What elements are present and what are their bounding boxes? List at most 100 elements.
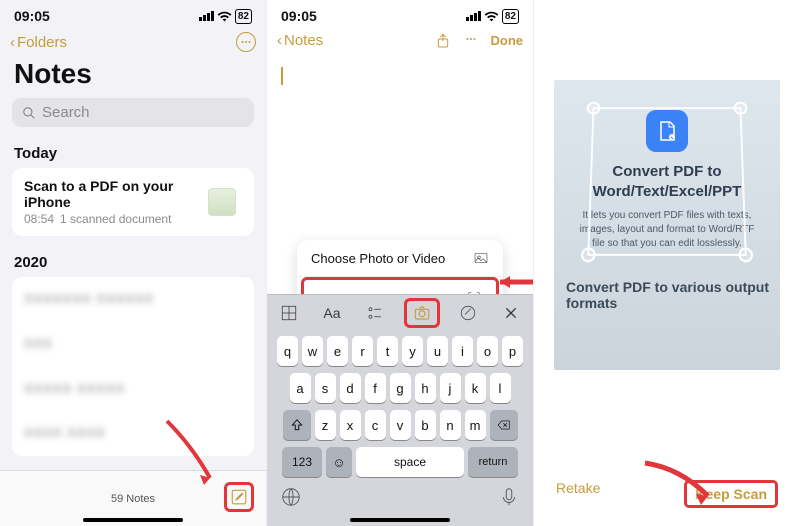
clock: 09:05	[14, 8, 50, 24]
back-folders-button[interactable]: ‹ Folders	[10, 34, 67, 51]
ellipsis-icon	[465, 33, 477, 45]
key-s[interactable]: s	[315, 373, 336, 403]
battery-indicator: 82	[502, 9, 519, 24]
scan-bottom-bar: Retake Keep Scan	[534, 480, 800, 508]
share-icon[interactable]	[435, 33, 451, 49]
crop-handle-bl[interactable]	[581, 247, 596, 262]
section-2020-header: 2020	[0, 246, 266, 277]
key-u[interactable]: u	[427, 336, 448, 366]
done-button[interactable]: Done	[491, 33, 524, 48]
key-h[interactable]: h	[415, 373, 436, 403]
return-key[interactable]: return	[468, 447, 518, 477]
text-cursor	[281, 67, 283, 85]
chevron-left-icon: ‹	[10, 34, 15, 51]
key-j[interactable]: j	[440, 373, 461, 403]
note-thumbnail	[208, 188, 236, 216]
back-label: Folders	[17, 34, 67, 51]
key-d[interactable]: d	[340, 373, 361, 403]
cell-signal-icon	[199, 11, 214, 21]
notes-count: 59 Notes	[111, 493, 155, 505]
shift-key[interactable]	[283, 410, 311, 440]
keep-scan-button[interactable]: Keep Scan	[684, 480, 778, 508]
search-input[interactable]: Search	[12, 98, 254, 127]
key-m[interactable]: m	[465, 410, 486, 440]
crop-handle-br[interactable]	[738, 247, 753, 262]
key-f[interactable]: f	[365, 373, 386, 403]
ellipsis-icon	[240, 36, 252, 48]
globe-icon[interactable]	[280, 486, 302, 508]
key-l[interactable]: l	[490, 373, 511, 403]
page-title: Notes	[0, 58, 266, 98]
table-button[interactable]	[274, 301, 304, 325]
notes-list-screen: 09:05 82 ‹ Folders Notes Search Today	[0, 0, 267, 526]
checklist-button[interactable]	[360, 301, 390, 325]
more-options-button[interactable]	[465, 33, 477, 48]
status-bar: 09:05 82	[267, 0, 533, 28]
key-v[interactable]: v	[390, 410, 411, 440]
search-icon	[22, 106, 36, 120]
note-card-today[interactable]: Scan to a PDF on your iPhone 08:54 1 scan…	[12, 168, 254, 236]
wifi-icon	[484, 10, 499, 22]
key-r[interactable]: r	[352, 336, 373, 366]
battery-indicator: 82	[235, 9, 252, 24]
camera-toolbar-button[interactable]	[404, 298, 440, 328]
keyboard-toolbar: Aa	[267, 294, 533, 330]
format-button[interactable]: Aa	[317, 301, 347, 325]
photo-icon	[473, 250, 489, 266]
scan-sub-heading: Convert PDF to various output formats	[566, 279, 780, 311]
markup-button[interactable]	[453, 301, 483, 325]
key-y[interactable]: y	[402, 336, 423, 366]
key-b[interactable]: b	[415, 410, 436, 440]
note-time: 08:54	[24, 212, 54, 226]
backspace-key[interactable]	[490, 410, 518, 440]
option-label: Choose Photo or Video	[311, 251, 445, 266]
key-k[interactable]: k	[465, 373, 486, 403]
key-p[interactable]: p	[502, 336, 523, 366]
blurred-note: XXXX XXXX	[24, 421, 242, 446]
wifi-icon	[217, 10, 232, 22]
scan-preview-image[interactable]: Convert PDF to Word/Text/Excel/PPT It le…	[554, 80, 780, 370]
keyboard: qwertyuiop asdfghjkl zxcvbnm 123 ☺ space…	[267, 330, 533, 526]
note-title: Scan to a PDF on your iPhone	[24, 178, 208, 210]
emoji-key[interactable]: ☺	[326, 447, 352, 477]
key-x[interactable]: x	[340, 410, 361, 440]
compose-note-button[interactable]	[224, 482, 254, 512]
nav-bar: ‹ Notes Done	[267, 28, 533, 55]
key-g[interactable]: g	[390, 373, 411, 403]
compose-icon	[230, 488, 248, 506]
key-a[interactable]: a	[290, 373, 311, 403]
key-z[interactable]: z	[315, 410, 336, 440]
status-bar: 09:05 82	[0, 0, 266, 28]
nav-bar: ‹ Folders	[0, 28, 266, 58]
crop-handle-tr[interactable]	[734, 102, 748, 115]
note-subtitle: 1 scanned document	[60, 212, 171, 226]
key-n[interactable]: n	[440, 410, 461, 440]
numbers-key[interactable]: 123	[282, 447, 322, 477]
back-notes-button[interactable]: ‹ Notes	[277, 32, 323, 49]
more-options-button[interactable]	[236, 32, 256, 52]
clock: 09:05	[281, 8, 317, 24]
close-toolbar-button[interactable]	[496, 301, 526, 325]
choose-photo-option[interactable]: Choose Photo or Video	[297, 240, 503, 277]
blurred-note: XXXXXXX XXXXXX	[24, 287, 242, 312]
home-indicator	[350, 518, 450, 522]
key-c[interactable]: c	[365, 410, 386, 440]
mic-icon[interactable]	[498, 486, 520, 508]
notes-2020-list[interactable]: XXXXXXX XXXXXX XXX XXXXX XXXXX XXXX XXXX	[12, 277, 254, 456]
space-key[interactable]: space	[356, 447, 464, 477]
crop-overlay[interactable]	[587, 107, 747, 256]
scan-preview-screen: Convert PDF to Word/Text/Excel/PPT It le…	[534, 0, 800, 526]
search-placeholder: Search	[42, 104, 90, 121]
crop-handle-tl[interactable]	[587, 102, 601, 115]
key-t[interactable]: t	[377, 336, 398, 366]
key-o[interactable]: o	[477, 336, 498, 366]
key-q[interactable]: q	[277, 336, 298, 366]
key-e[interactable]: e	[327, 336, 348, 366]
note-editor-screen: 09:05 82 ‹ Notes Done Choose Photo or Vi…	[267, 0, 534, 526]
back-label: Notes	[284, 32, 323, 49]
key-i[interactable]: i	[452, 336, 473, 366]
blurred-note: XXXXX XXXXX	[24, 377, 242, 402]
retake-button[interactable]: Retake	[556, 480, 600, 508]
home-indicator	[83, 518, 183, 522]
key-w[interactable]: w	[302, 336, 323, 366]
